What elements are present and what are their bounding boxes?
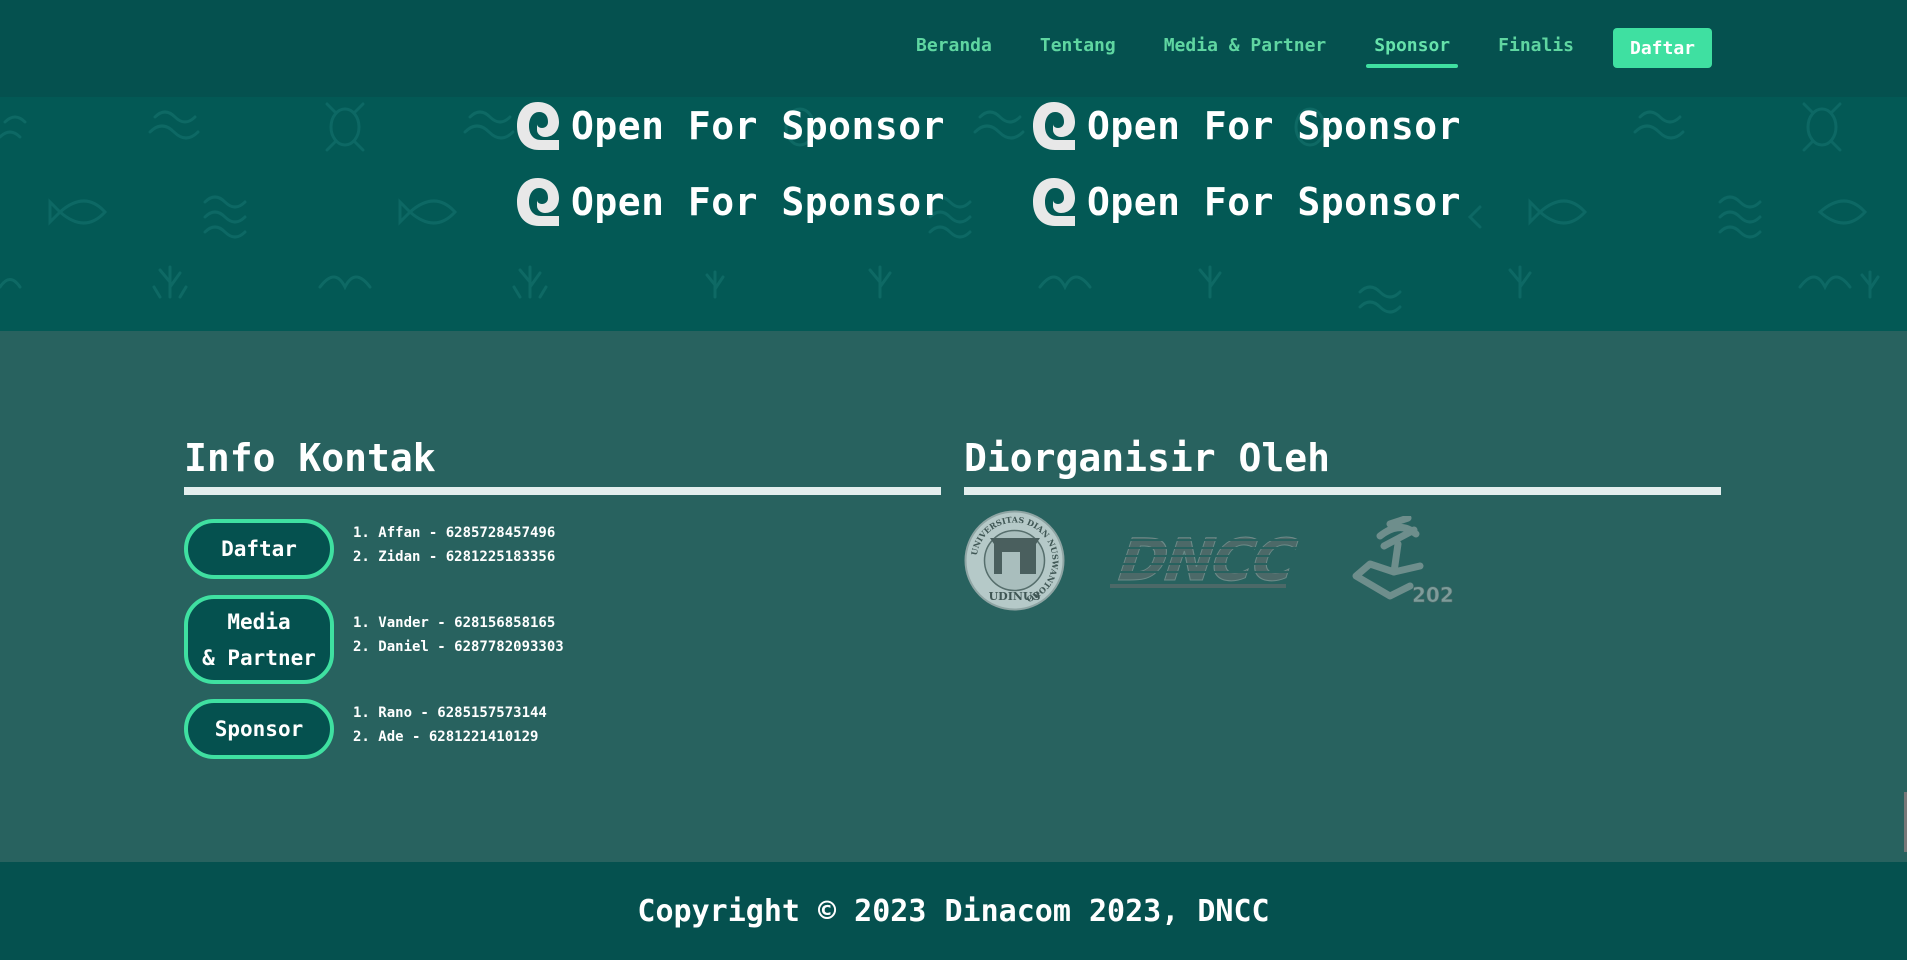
sponsor-slot[interactable]: Open For Sponsor — [515, 176, 945, 228]
sponsor-contact-button[interactable]: Sponsor — [184, 699, 334, 759]
svg-text:2023: 2023 — [1412, 583, 1454, 606]
event-logo: 2023 — [1352, 516, 1454, 606]
nav-links: Beranda Tentang Media & Partner Sponsor … — [916, 0, 1622, 97]
sponsor-placeholder-icon — [1033, 102, 1075, 150]
nav-link-label: Media & Partner — [1163, 35, 1327, 56]
navbar: Beranda Tentang Media & Partner Sponsor … — [0, 0, 1907, 97]
info-kontak-title: Info Kontak — [184, 436, 436, 480]
sponsor-band: Open For Sponsor Open For Sponsor Open F… — [0, 97, 1907, 331]
button-line: & Partner — [202, 645, 316, 670]
sponsor-placeholder-icon — [517, 178, 559, 226]
contact-line: 2. Daniel - 6287782093303 — [353, 639, 564, 655]
nav-link-media-partner[interactable]: Media & Partner — [1164, 0, 1327, 56]
sponsor-slot[interactable]: Open For Sponsor — [515, 100, 945, 152]
daftar-button[interactable]: Daftar — [1613, 28, 1712, 68]
sponsor-label: Open For Sponsor — [1087, 180, 1462, 224]
sponsor-label: Open For Sponsor — [571, 180, 946, 224]
nav-link-tentang[interactable]: Tentang — [1040, 0, 1116, 56]
nav-link-label: Sponsor — [1374, 35, 1451, 56]
media-partner-contact-button[interactable]: Media & Partner — [184, 595, 334, 684]
nav-link-finalis[interactable]: Finalis — [1498, 0, 1574, 56]
sponsor-placeholder-icon — [517, 102, 559, 150]
sponsor-grid: Open For Sponsor Open For Sponsor Open F… — [0, 97, 1907, 331]
nav-link-label: Beranda — [916, 35, 992, 56]
copyright-text: Copyright © 2023 Dinacom 2023, DNCC — [637, 893, 1270, 929]
nav-link-sponsor[interactable]: Sponsor — [1366, 0, 1459, 68]
footer: Copyright © 2023 Dinacom 2023, DNCC — [0, 862, 1907, 960]
sponsor-slot[interactable]: Open For Sponsor — [1031, 176, 1461, 228]
contact-line: 1. Rano - 6285157573144 — [353, 705, 547, 721]
active-underline — [1366, 64, 1459, 68]
nav-link-label: Finalis — [1498, 35, 1574, 56]
sponsor-placeholder-icon — [1033, 178, 1075, 226]
nav-link-beranda[interactable]: Beranda — [916, 0, 992, 56]
sponsor-slot[interactable]: Open For Sponsor — [1031, 100, 1461, 152]
sponsor-label: Open For Sponsor — [571, 104, 946, 148]
nav-link-label: Tentang — [1039, 35, 1116, 56]
udinus-logo: UNIVERSITAS DIAN NUSWANTORO UDINUS — [964, 510, 1065, 611]
sponsor-label: Open For Sponsor — [1087, 104, 1462, 148]
button-line: Media — [227, 609, 291, 634]
svg-text:UDINUS: UDINUS — [989, 590, 1041, 603]
media-partner-contact-list: 1. Vander - 628156858165 2. Daniel - 628… — [353, 611, 564, 659]
dncc-logo: DNCC — [1108, 528, 1308, 594]
daftar-contact-button[interactable]: Daftar — [184, 519, 334, 579]
organizer-title: Diorganisir Oleh — [964, 436, 1331, 480]
contact-line: 2. Zidan - 6281225183356 — [353, 549, 556, 565]
daftar-contact-list: 1. Affan - 6285728457496 2. Zidan - 6281… — [353, 521, 555, 569]
contact-line: 2. Ade - 6281221410129 — [353, 729, 539, 745]
sponsor-contact-list: 1. Rano - 6285157573144 2. Ade - 6281221… — [353, 701, 547, 749]
contact-line: 1. Vander - 628156858165 — [353, 615, 556, 631]
info-kontak-divider — [184, 487, 941, 495]
contact-line: 1. Affan - 6285728457496 — [353, 525, 556, 541]
organizer-divider — [964, 487, 1721, 495]
